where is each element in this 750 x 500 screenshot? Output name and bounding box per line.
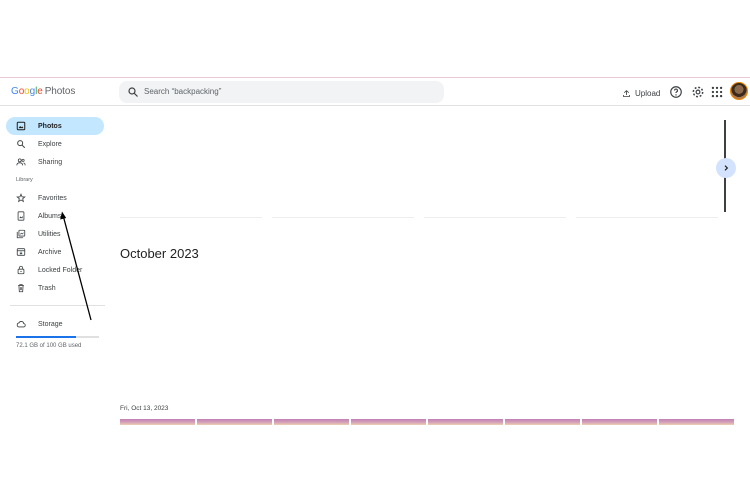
sidebar-item-albums[interactable]: Albums <box>6 207 104 225</box>
day-heading: Fri, Oct 13, 2023 <box>120 405 169 412</box>
sidebar-item-label: Archive <box>38 248 62 256</box>
trash-icon <box>18 284 24 293</box>
memories-carousel <box>120 118 726 218</box>
upload-button[interactable]: Upload <box>622 86 660 100</box>
logo-letter: G <box>11 86 19 97</box>
sidebar-item-label: Photos <box>38 122 62 130</box>
photo-thumbnail[interactable] <box>505 419 580 425</box>
photo-thumbnail[interactable] <box>428 419 503 425</box>
sidebar-item-label: Favorites <box>38 194 67 202</box>
sidebar-item-favorites[interactable]: Favorites <box>6 189 104 207</box>
search-bar[interactable]: Search “backpacking” <box>119 81 444 103</box>
chevron-right-icon <box>724 165 729 171</box>
memory-card[interactable] <box>424 118 566 218</box>
upload-label: Upload <box>635 88 661 98</box>
sidebar-item-photos[interactable]: Photos <box>6 117 104 135</box>
top-bar: Google Photos Search “backpacking” Upload <box>0 77 750 106</box>
sidebar-item-label: Albums <box>38 212 62 220</box>
account-avatar[interactable] <box>730 82 748 100</box>
photo-thumbnail[interactable] <box>659 419 734 425</box>
memory-card[interactable] <box>576 118 718 218</box>
photo-grid <box>120 419 735 425</box>
apps-icon[interactable] <box>710 85 724 99</box>
photo-icon <box>16 121 26 131</box>
photo-thumbnail[interactable] <box>197 419 272 425</box>
storage-progress-fill <box>16 336 76 338</box>
upload-icon <box>623 89 630 97</box>
album-icon <box>17 211 25 221</box>
photo-thumbnail[interactable] <box>120 419 195 425</box>
annotation-arrow <box>60 211 92 321</box>
star-icon <box>16 193 26 203</box>
lock-icon <box>17 265 25 275</box>
sidebar-item-label: Trash <box>38 284 56 292</box>
library-heading: Library <box>16 177 33 183</box>
cloud-icon <box>16 321 26 328</box>
search-icon <box>17 140 26 149</box>
sidebar: Photos Explore Sharing Library Favorites… <box>0 106 112 500</box>
sidebar-item-locked-folder[interactable]: Locked Folder <box>6 261 104 279</box>
sidebar-item-utilities[interactable]: Utilities <box>6 225 104 243</box>
storage-usage-text: 72.1 GB of 100 GB used <box>16 343 82 349</box>
settings-icon[interactable] <box>691 85 705 99</box>
carousel-next-button[interactable] <box>716 158 736 178</box>
sidebar-item-label: Explore <box>38 140 62 148</box>
search-icon <box>128 87 138 97</box>
archive-icon <box>16 248 26 256</box>
logo-letter: e <box>37 86 43 97</box>
sidebar-item-trash[interactable]: Trash <box>6 279 104 297</box>
photo-thumbnail[interactable] <box>351 419 426 425</box>
memory-card[interactable] <box>272 118 414 218</box>
sidebar-item-sharing[interactable]: Sharing <box>6 153 104 171</box>
help-icon[interactable] <box>669 85 683 99</box>
sidebar-item-storage[interactable]: Storage <box>6 315 104 333</box>
month-heading: October 2023 <box>120 246 199 261</box>
memory-card[interactable] <box>120 118 262 218</box>
people-icon <box>16 158 26 166</box>
sidebar-item-archive[interactable]: Archive <box>6 243 104 261</box>
search-input[interactable]: Search “backpacking” <box>144 87 221 96</box>
sidebar-item-label: Sharing <box>38 158 63 166</box>
storage-progress-bar <box>16 336 99 338</box>
utilities-icon <box>16 229 26 239</box>
logo-product-name: Photos <box>44 86 76 97</box>
sidebar-item-label: Utilities <box>38 230 61 238</box>
photo-thumbnail[interactable] <box>274 419 349 425</box>
sidebar-item-label: Locked Folder <box>38 266 83 274</box>
sidebar-item-label: Storage <box>38 320 63 328</box>
photo-thumbnail[interactable] <box>582 419 657 425</box>
sidebar-divider <box>10 305 105 306</box>
google-photos-logo[interactable]: Google Photos <box>11 86 75 97</box>
sidebar-item-explore[interactable]: Explore <box>6 135 104 153</box>
